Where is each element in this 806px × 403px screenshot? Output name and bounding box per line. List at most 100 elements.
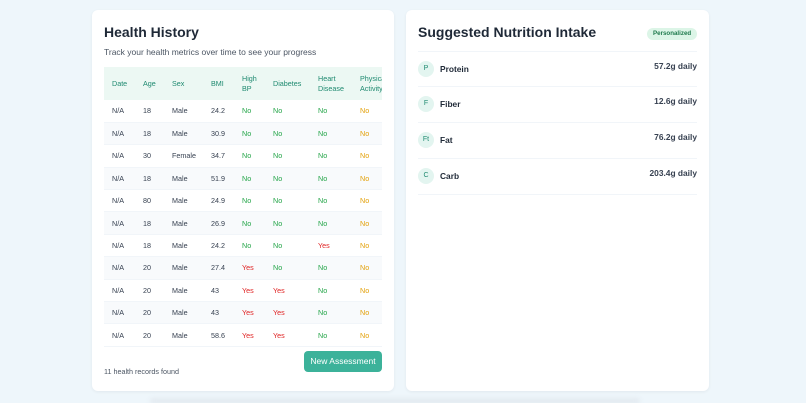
cell-bmi: 24.2 — [203, 100, 234, 123]
cell-diabetes: No — [265, 234, 310, 258]
cell-bmi: 43 — [203, 279, 234, 303]
protein-icon: P — [418, 61, 434, 77]
cell-age: 20 — [135, 301, 164, 325]
health-history-title: Health History — [104, 24, 199, 40]
cell-bmi: 43 — [203, 301, 234, 325]
cell-heart-disease: No — [310, 211, 352, 235]
cell-high-bp: No — [234, 122, 265, 146]
cell-high-bp: No — [234, 100, 265, 123]
cell-physical-activity: No — [352, 211, 382, 235]
cell-sex: Male — [164, 234, 203, 258]
cell-high-bp: No — [234, 167, 265, 191]
nutrition-title: Suggested Nutrition Intake — [418, 24, 597, 40]
health-history-table-scroll[interactable]: Date Age Sex BMI High BP Diabetes Heart … — [104, 67, 382, 354]
cell-high-bp: Yes — [234, 256, 265, 280]
cell-age: 20 — [135, 323, 164, 347]
cell-diabetes: Yes — [265, 301, 310, 325]
cell-sex: Male — [164, 167, 203, 191]
cell-heart-disease: No — [310, 167, 352, 191]
cell-date: N/A — [104, 279, 135, 303]
cell-age: 20 — [135, 256, 164, 280]
nutrient-row-fat: Ft Fat 76.2g daily — [418, 123, 697, 159]
column-header-date: Date — [112, 78, 128, 88]
cell-bmi: 27.4 — [203, 256, 234, 280]
table-row: N/A 20 Male 58.6 Yes Yes No No — [104, 323, 382, 347]
cell-date: N/A — [104, 301, 135, 325]
fat-icon: Ft — [418, 132, 434, 148]
table-row: N/A 20 Male 27.4 Yes No No No — [104, 256, 382, 280]
column-header-sex: Sex — [172, 78, 185, 88]
cell-date: N/A — [104, 323, 135, 347]
health-history-table: Date Age Sex BMI High BP Diabetes Heart … — [104, 67, 382, 347]
cell-age: 18 — [135, 234, 164, 258]
carb-icon: C — [418, 168, 434, 184]
nutrient-name: Protein — [440, 64, 469, 74]
table-row: N/A 20 Male 43 Yes Yes No No — [104, 279, 382, 303]
column-header-age: Age — [143, 78, 156, 88]
cell-high-bp: No — [234, 234, 265, 258]
cell-diabetes: No — [265, 256, 310, 280]
cell-heart-disease: No — [310, 301, 352, 325]
cell-diabetes: No — [265, 122, 310, 146]
table-row: N/A 18 Male 26.9 No No No No — [104, 211, 382, 235]
cell-heart-disease: No — [310, 323, 352, 347]
cell-bmi: 26.9 — [203, 211, 234, 235]
cell-sex: Male — [164, 323, 203, 347]
cell-diabetes: No — [265, 211, 310, 235]
cell-high-bp: Yes — [234, 279, 265, 303]
cell-age: 80 — [135, 189, 164, 213]
cell-age: 18 — [135, 100, 164, 123]
column-header-high-bp: High BP — [242, 73, 257, 93]
cell-bmi: 30.9 — [203, 122, 234, 146]
cell-date: N/A — [104, 234, 135, 258]
column-header-bmi: BMI — [211, 78, 224, 88]
cell-sex: Male — [164, 301, 203, 325]
cell-physical-activity: No — [352, 144, 382, 168]
cell-physical-activity: No — [352, 167, 382, 191]
cell-bmi: 51.9 — [203, 167, 234, 191]
table-row: N/A 18 Male 24.2 No No Yes No — [104, 234, 382, 258]
cell-heart-disease: No — [310, 279, 352, 303]
cell-heart-disease: No — [310, 256, 352, 280]
cell-sex: Male — [164, 122, 203, 146]
cell-bmi: 34.7 — [203, 144, 234, 168]
table-body: N/A 18 Male 24.2 No No No No N/A 18 Male 30.9 No No No… — [104, 100, 382, 347]
cell-diabetes: No — [265, 189, 310, 213]
cell-physical-activity: No — [352, 323, 382, 347]
cell-sex: Male — [164, 100, 203, 123]
cell-diabetes: No — [265, 100, 310, 123]
nutrient-name: Fat — [440, 135, 453, 145]
table-row: N/A 18 Male 30.9 No No No No — [104, 122, 382, 146]
cell-age: 18 — [135, 122, 164, 146]
fiber-icon: F — [418, 96, 434, 112]
cell-date: N/A — [104, 256, 135, 280]
personalized-badge: Personalized — [647, 28, 698, 40]
cell-sex: Female — [164, 144, 203, 168]
cell-high-bp: Yes — [234, 301, 265, 325]
page-footer-shadow — [150, 398, 640, 403]
health-history-subtitle: Track your health metrics over time to s… — [104, 47, 317, 57]
cell-heart-disease: Yes — [310, 234, 352, 258]
cell-date: N/A — [104, 189, 135, 213]
table-header-row: Date Age Sex BMI High BP Diabetes Heart … — [104, 67, 382, 100]
cell-diabetes: No — [265, 144, 310, 168]
cell-sex: Male — [164, 189, 203, 213]
cell-high-bp: No — [234, 144, 265, 168]
cell-heart-disease: No — [310, 144, 352, 168]
cell-bmi: 24.9 — [203, 189, 234, 213]
cell-age: 20 — [135, 279, 164, 303]
cell-diabetes: Yes — [265, 279, 310, 303]
cell-age: 30 — [135, 144, 164, 168]
nutrient-row-fiber: F Fiber 12.6g daily — [418, 87, 697, 123]
nutrient-row-protein: P Protein 57.2g daily — [418, 51, 697, 87]
nutrient-name: Carb — [440, 171, 460, 181]
cell-sex: Male — [164, 256, 203, 280]
column-header-diabetes: Diabetes — [273, 78, 302, 88]
cell-date: N/A — [104, 167, 135, 191]
table-row: N/A 80 Male 24.9 No No No No — [104, 189, 382, 213]
nutrient-amount: 12.6g daily — [654, 96, 697, 106]
cell-high-bp: No — [234, 189, 265, 213]
nutrient-name: Fiber — [440, 99, 461, 109]
cell-sex: Male — [164, 279, 203, 303]
new-assessment-button[interactable]: New Assessment — [304, 351, 382, 372]
